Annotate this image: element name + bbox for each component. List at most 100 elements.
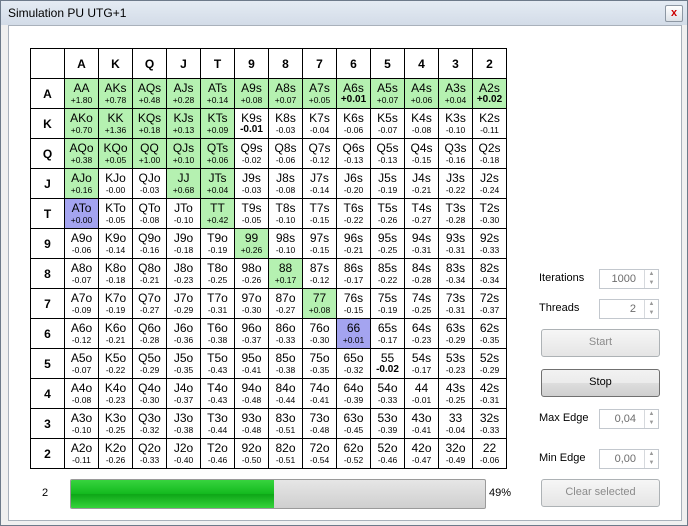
hand-cell[interactable]: 52s -0.29 [472,348,507,379]
hand-cell[interactable]: Q6o -0.28 [132,318,167,349]
hand-cell[interactable]: A3s +0.04 [438,78,473,109]
hand-cell[interactable]: QTo -0.08 [132,198,167,229]
hand-cell[interactable]: 76s -0.15 [336,288,371,319]
hand-cell[interactable]: AKs +0.78 [98,78,133,109]
close-icon[interactable]: x [665,5,683,22]
hand-cell[interactable]: 32s -0.33 [472,408,507,439]
hand-cell[interactable]: 53o -0.39 [370,408,405,439]
hand-cell[interactable]: 93s -0.31 [438,228,473,259]
threads-spinner[interactable]: 2 ▲ ▼ [599,299,659,319]
stop-button[interactable]: Stop [541,369,660,397]
hand-cell[interactable]: Q5o -0.29 [132,348,167,379]
hand-cell[interactable]: T2s -0.30 [472,198,507,229]
max-edge-spinner[interactable]: 0,04 ▲ ▼ [599,409,659,429]
hand-cell[interactable]: Q9o -0.16 [132,228,167,259]
hand-cell[interactable]: J7s -0.14 [302,168,337,199]
hand-cell[interactable]: T4o -0.43 [200,378,235,409]
hand-cell[interactable]: Q6s -0.13 [336,138,371,169]
hand-cell[interactable]: Q7s -0.12 [302,138,337,169]
hand-cell[interactable]: 63s -0.29 [438,318,473,349]
hand-cell[interactable]: K6s -0.06 [336,108,371,139]
hand-cell[interactable]: 72s -0.37 [472,288,507,319]
hand-cell[interactable]: K9s -0.01 [234,108,269,139]
hand-cell[interactable]: J9o -0.18 [166,228,201,259]
hand-cell[interactable]: KTo -0.05 [98,198,133,229]
hand-cell[interactable]: J8o -0.23 [166,258,201,289]
hand-cell[interactable]: KQo +0.05 [98,138,133,169]
spin-up-icon[interactable]: ▲ [645,410,658,419]
hand-cell[interactable]: 99 +0.26 [234,228,269,259]
hand-cell[interactable]: 98o -0.26 [234,258,269,289]
hand-cell[interactable]: 74s -0.25 [404,288,439,319]
hand-cell[interactable]: QTs +0.06 [200,138,235,169]
hand-cell[interactable]: 76o -0.30 [302,318,337,349]
hand-cell[interactable]: A6s +0.01 [336,78,371,109]
hand-cell[interactable]: T7s -0.15 [302,198,337,229]
hand-cell[interactable]: K7o -0.19 [98,288,133,319]
hand-cell[interactable]: T5o -0.43 [200,348,235,379]
hand-cell[interactable]: A4s +0.06 [404,78,439,109]
hand-cell[interactable]: 84s -0.28 [404,258,439,289]
hand-cell[interactable]: A5o -0.07 [64,348,99,379]
hand-cell[interactable]: T8o -0.25 [200,258,235,289]
hand-cell[interactable]: J7o -0.29 [166,288,201,319]
hand-cell[interactable]: 96s -0.21 [336,228,371,259]
hand-cell[interactable]: 74o -0.41 [302,378,337,409]
hand-cell[interactable]: T8s -0.10 [268,198,303,229]
hand-cell[interactable]: 42o -0.47 [404,438,439,469]
hand-cell[interactable]: J8s -0.08 [268,168,303,199]
hand-cell[interactable]: A8s +0.07 [268,78,303,109]
hand-cell[interactable]: AJs +0.28 [166,78,201,109]
hand-cell[interactable]: 55 -0.02 [370,348,405,379]
hand-cell[interactable]: 92s -0.33 [472,228,507,259]
spin-down-icon[interactable]: ▼ [645,309,658,318]
hand-cell[interactable]: K3s -0.10 [438,108,473,139]
hand-cell[interactable]: 42s -0.31 [472,378,507,409]
hand-cell[interactable]: 52o -0.46 [370,438,405,469]
hand-cell[interactable]: K8o -0.18 [98,258,133,289]
hand-cell[interactable]: 73s -0.31 [438,288,473,319]
hand-cell[interactable]: KQs +0.18 [132,108,167,139]
hand-cell[interactable]: 65o -0.32 [336,348,371,379]
hand-cell[interactable]: 85o -0.38 [268,348,303,379]
hand-cell[interactable]: A4o -0.08 [64,378,99,409]
hand-cell[interactable]: J6s -0.20 [336,168,371,199]
hand-cell[interactable]: A5s +0.07 [370,78,405,109]
hand-cell[interactable]: A7s +0.05 [302,78,337,109]
hand-cell[interactable]: JTo -0.10 [166,198,201,229]
hand-cell[interactable]: QQ +1.00 [132,138,167,169]
hand-cell[interactable]: 77 +0.08 [302,288,337,319]
hand-cell[interactable]: Q4o -0.30 [132,378,167,409]
hand-cell[interactable]: 72o -0.54 [302,438,337,469]
hand-cell[interactable]: Q2o -0.33 [132,438,167,469]
hand-cell[interactable]: T9o -0.19 [200,228,235,259]
hand-cell[interactable]: 62o -0.52 [336,438,371,469]
hand-cell[interactable]: 84o -0.44 [268,378,303,409]
hand-cell[interactable]: JJ +0.68 [166,168,201,199]
hand-cell[interactable]: 66 +0.01 [336,318,371,349]
hand-cell[interactable]: 88 +0.17 [268,258,303,289]
hand-cell[interactable]: A2o -0.11 [64,438,99,469]
hand-cell[interactable]: 62s -0.35 [472,318,507,349]
hand-cell[interactable]: 73o -0.48 [302,408,337,439]
hand-cell[interactable]: J3o -0.38 [166,408,201,439]
hand-cell[interactable]: 97o -0.30 [234,288,269,319]
hand-cell[interactable]: 75o -0.35 [302,348,337,379]
spin-down-icon[interactable]: ▼ [645,419,658,428]
hand-cell[interactable]: 87s -0.12 [302,258,337,289]
min-edge-spinner-arrows[interactable]: ▲ ▼ [644,450,658,468]
hand-cell[interactable]: 54s -0.17 [404,348,439,379]
hand-cell[interactable]: AKo +0.70 [64,108,99,139]
hand-cell[interactable]: A2s +0.02 [472,78,507,109]
hand-cell[interactable]: J3s -0.22 [438,168,473,199]
hand-cell[interactable]: T4s -0.27 [404,198,439,229]
hand-cell[interactable]: 54o -0.33 [370,378,405,409]
hand-cell[interactable]: 64s -0.23 [404,318,439,349]
hand-cell[interactable]: A6o -0.12 [64,318,99,349]
hand-cell[interactable]: 86s -0.17 [336,258,371,289]
hand-cell[interactable]: 86o -0.33 [268,318,303,349]
hand-cell[interactable]: 98s -0.10 [268,228,303,259]
hand-cell[interactable]: K3o -0.25 [98,408,133,439]
hand-cell[interactable]: J4s -0.21 [404,168,439,199]
hand-cell[interactable]: ATs +0.14 [200,78,235,109]
